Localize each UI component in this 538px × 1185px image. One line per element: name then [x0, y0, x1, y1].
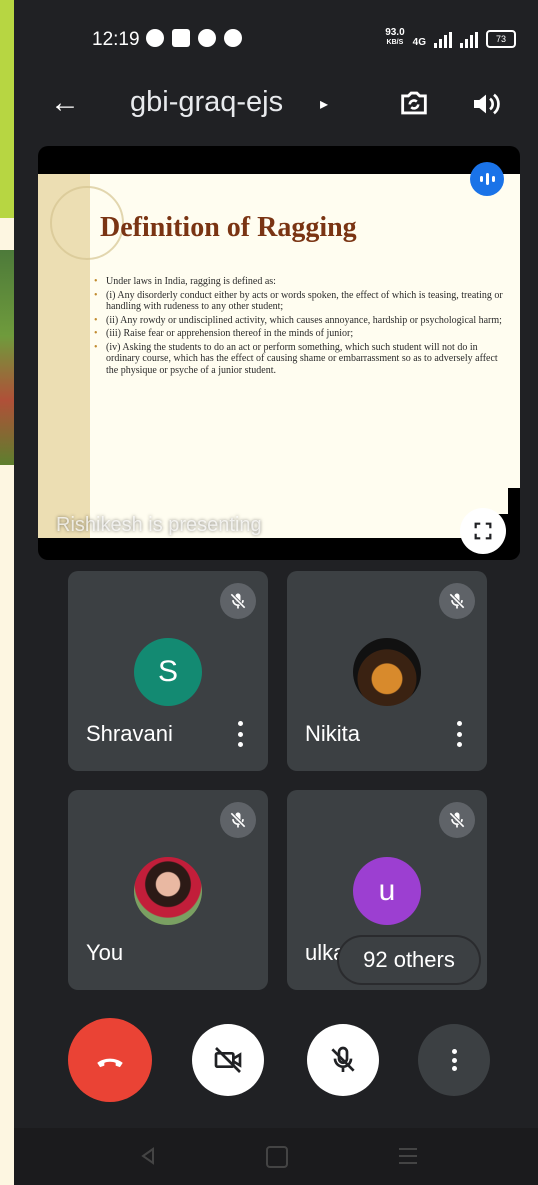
- end-call-icon: [97, 1058, 123, 1068]
- more-options-icon: [450, 1049, 458, 1071]
- participant-tile[interactable]: You: [68, 790, 268, 990]
- nav-back-icon[interactable]: [138, 1146, 158, 1166]
- battery-icon: 73: [486, 30, 516, 48]
- audio-activity-icon: [470, 162, 504, 196]
- end-call-button[interactable]: [68, 1018, 152, 1102]
- muted-mic-icon: [220, 583, 256, 619]
- network-type: 4G: [412, 37, 426, 48]
- more-vert-icon[interactable]: [455, 721, 463, 747]
- speaker-icon[interactable]: [470, 88, 502, 120]
- back-arrow-icon[interactable]: ←: [50, 86, 80, 120]
- whatsapp-icon: [146, 29, 164, 47]
- background-green-panel: [0, 0, 14, 218]
- phone-icon: [224, 29, 242, 47]
- slide-point: (iii) Raise fear or apprehension thereof…: [94, 328, 504, 340]
- slide-point: (iv) Asking the students to do an act or…: [94, 342, 504, 377]
- signal-icon: [434, 32, 452, 48]
- avatar: [353, 638, 421, 706]
- others-badge[interactable]: 92 others: [339, 937, 479, 983]
- presentation-slide: Definition of Ragging Under laws in Indi…: [38, 174, 520, 554]
- notification-icons: [146, 29, 242, 47]
- participant-tile[interactable]: Nikita: [287, 571, 487, 771]
- avatar: u: [353, 857, 421, 925]
- slide-point: (ii) Any rowdy or undisciplined activity…: [94, 315, 504, 327]
- more-vert-icon[interactable]: [236, 721, 244, 747]
- mic-off-icon: [331, 1046, 355, 1072]
- meet-screen: 12:19 93.0 KB/S 4G 73 ← gbi-graq-ejs ▸ D…: [14, 0, 538, 1185]
- slide-title: Definition of Ragging: [100, 212, 357, 243]
- presenter-label: Rishikesh is presenting: [56, 514, 262, 536]
- network-speed: 93.0 KB/S: [385, 28, 404, 48]
- fullscreen-icon: [474, 522, 492, 540]
- facebook-icon: [172, 29, 190, 47]
- switch-camera-icon[interactable]: [397, 86, 431, 120]
- chevron-right-icon[interactable]: ▸: [320, 94, 328, 114]
- network-speed-value: 93.0: [385, 27, 405, 38]
- slide-body: Under laws in India, ragging is defined …: [94, 276, 504, 378]
- participant-name: You: [86, 940, 124, 965]
- camera-off-icon: [214, 1047, 242, 1073]
- status-right: 93.0 KB/S 4G 73: [385, 28, 516, 48]
- muted-mic-icon: [439, 802, 475, 838]
- nav-home-icon[interactable]: [266, 1146, 288, 1168]
- fullscreen-button[interactable]: [460, 508, 506, 554]
- system-nav-bar: [14, 1128, 538, 1185]
- meeting-header: ← gbi-graq-ejs ▸: [14, 72, 538, 142]
- participant-name: Shravani: [86, 721, 173, 746]
- slide-point: Under laws in India, ragging is defined …: [94, 276, 504, 288]
- nav-menu-icon[interactable]: [399, 1148, 417, 1164]
- muted-mic-icon: [220, 802, 256, 838]
- screen-share-tile[interactable]: Definition of Ragging Under laws in Indi…: [38, 146, 520, 560]
- participant-name: Nikita: [305, 721, 361, 746]
- sync-icon: [198, 29, 216, 47]
- background-photo: [0, 250, 14, 465]
- participant-tile[interactable]: S Shravani: [68, 571, 268, 771]
- slide-point: (i) Any disorderly conduct either by act…: [94, 290, 504, 313]
- meeting-title[interactable]: gbi-graq-ejs: [130, 86, 283, 119]
- status-time: 12:19: [92, 29, 140, 50]
- avatar: [134, 857, 202, 925]
- status-bar: 12:19 93.0 KB/S 4G 73: [14, 0, 538, 72]
- camera-toggle-button[interactable]: [192, 1024, 264, 1096]
- mic-toggle-button[interactable]: [307, 1024, 379, 1096]
- more-options-button[interactable]: [418, 1024, 490, 1096]
- muted-mic-icon: [439, 583, 475, 619]
- signal2-icon: [460, 32, 478, 48]
- network-speed-unit: KB/S: [386, 39, 404, 46]
- avatar: S: [134, 638, 202, 706]
